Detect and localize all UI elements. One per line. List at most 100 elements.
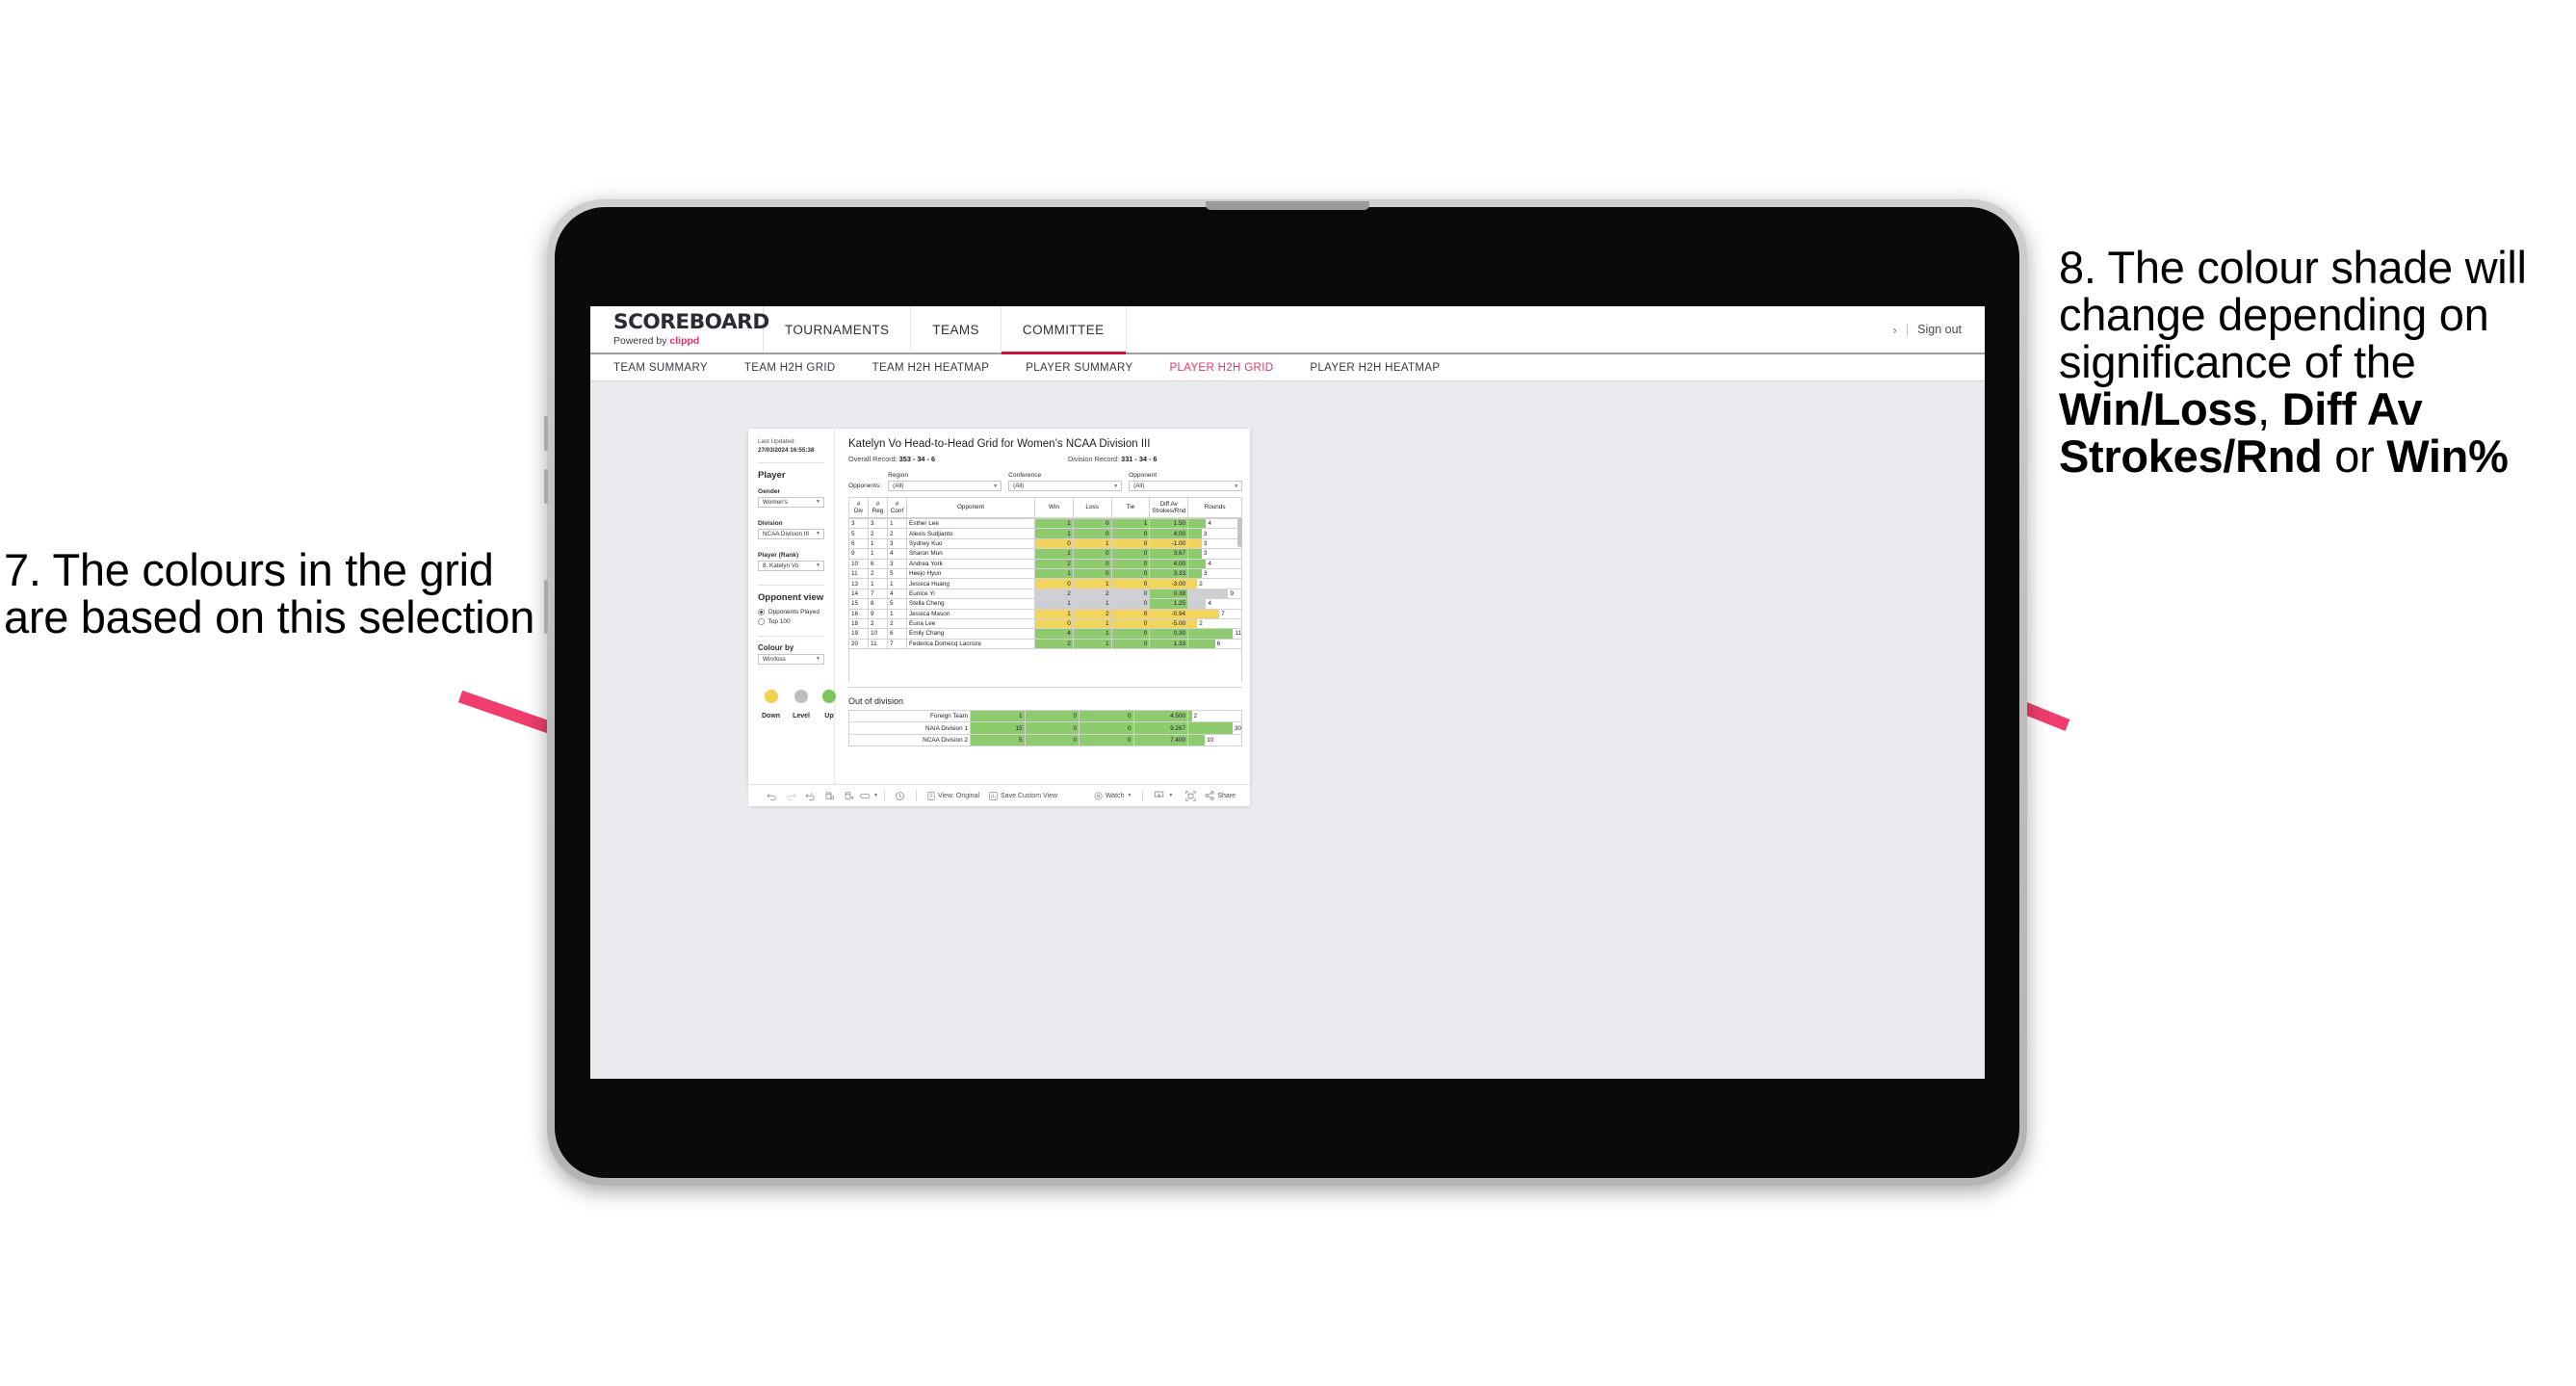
cell-div: 5 <box>848 528 869 539</box>
subtab-team-h2h-grid[interactable]: TEAM H2H GRID <box>744 362 836 374</box>
legend-dot-up <box>821 689 836 703</box>
cell-reg: 11 <box>868 638 888 650</box>
cell-opponent: Heejo Hyun <box>906 567 1035 580</box>
player-rank-value: 8. Katelyn Vo <box>763 562 799 569</box>
filter-sidebar: Last Updated: 27/03/2024 16:55:38 Player… <box>748 429 836 784</box>
rounds-bar: 2 <box>1188 619 1241 628</box>
radio-opponents-played[interactable]: Opponents Played <box>758 609 824 615</box>
col-header-diff[interactable]: Diff Av Strokes/Rnd <box>1149 497 1189 518</box>
col-header-div[interactable]: # Div <box>848 497 869 518</box>
region-select[interactable]: (All) ▼ <box>888 481 1002 491</box>
dashboard-workspace: Last Updated: 27/03/2024 16:55:38 Player… <box>590 381 1985 1079</box>
col-div-l1: # <box>856 500 861 508</box>
rounds-value: 3 <box>1203 530 1208 537</box>
table-row[interactable]: 11 2 5 Heejo Hyun 1 0 0 3.33 3 <box>848 567 1243 580</box>
view-original-button[interactable]: View: Original <box>923 791 984 800</box>
cell-loss: 0 <box>1072 548 1112 560</box>
cell-win: 2 <box>1034 588 1074 600</box>
col-header-tie[interactable]: Tie <box>1110 497 1151 518</box>
download-icon[interactable] <box>1149 791 1168 800</box>
conference-select[interactable]: (All) ▼ <box>1008 481 1123 491</box>
col-header-win[interactable]: Win <box>1034 497 1074 518</box>
top-navigation-bar: SCOREBOARD Powered by clippd TOURNAMENTS… <box>590 306 1985 354</box>
last-updated-value: 27/03/2024 16:55:38 <box>758 446 815 454</box>
gender-select[interactable]: Women’s ▼ <box>758 496 824 508</box>
out-of-division-row[interactable]: NAIA Division 1 15 0 0 9.267 30 <box>848 721 1243 735</box>
table-row[interactable]: 10 6 3 Andrea York 2 0 0 4.00 4 <box>848 558 1243 569</box>
subtab-player-h2h-heatmap[interactable]: PLAYER H2H HEATMAP <box>1310 362 1440 374</box>
presentation-mode-icon[interactable] <box>858 792 873 800</box>
h2h-grid-scroll-region[interactable]: 3 3 1 Esther Lee 1 0 1 1.50 4 5 2 2 Alexis Sudjianto… <box>848 518 1243 688</box>
col-header-loss[interactable]: Loss <box>1072 497 1112 518</box>
redo-icon[interactable] <box>781 791 800 801</box>
save-custom-view-button[interactable]: Save Custom View <box>984 791 1062 800</box>
table-row[interactable]: 20 11 7 Federica Domecq Lacroze 2 1 0 1.33 6 <box>848 638 1243 650</box>
rounds-value: 3 <box>1203 570 1208 578</box>
cell-conf: 2 <box>887 617 907 630</box>
cell-div: 13 <box>848 578 869 589</box>
col-header-reg[interactable]: # Reg <box>868 497 888 518</box>
fullscreen-icon[interactable] <box>1181 790 1200 801</box>
cell-win: 2 <box>1034 638 1074 650</box>
watch-button[interactable]: Watch ▼ <box>1089 792 1137 800</box>
refresh-data-icon[interactable] <box>820 791 839 801</box>
table-row[interactable]: 3 3 1 Esther Lee 1 0 1 1.50 4 <box>848 518 1243 530</box>
cell-opponent: Alexis Sudjianto <box>906 528 1035 539</box>
chevron-down-icon[interactable]: ▼ <box>1168 793 1173 798</box>
viz-toolbar: ▼ View: Original Save Custom View Watch … <box>748 784 1250 806</box>
table-row[interactable]: 9 1 4 Sharon Mun 1 0 0 3.67 3 <box>848 548 1243 560</box>
cell-reg: 7 <box>868 588 888 600</box>
grid-vertical-scrollbar[interactable] <box>1237 518 1243 547</box>
cell-tie: 0 <box>1110 638 1151 650</box>
brand-logo[interactable]: SCOREBOARD Powered by clippd <box>590 306 769 353</box>
table-row[interactable]: 6 1 3 Sydney Kuo 0 1 0 -1.00 3 <box>848 537 1243 550</box>
rounds-value: 9 <box>1230 589 1234 597</box>
division-label: Division <box>758 519 783 527</box>
subtab-player-h2h-grid[interactable]: PLAYER H2H GRID <box>1169 362 1273 374</box>
col-header-rounds[interactable]: Rounds <box>1187 497 1243 518</box>
nav-tab-teams[interactable]: TEAMS <box>911 306 1002 353</box>
share-button[interactable]: Share <box>1200 791 1240 800</box>
table-row[interactable]: 18 2 2 Euna Lee 0 1 0 -5.00 2 <box>848 617 1243 630</box>
subtab-team-summary[interactable]: TEAM SUMMARY <box>613 362 708 374</box>
rounds-bar-fill <box>1188 579 1198 588</box>
col-header-opponent[interactable]: Opponent <box>906 497 1035 518</box>
table-row[interactable]: 13 1 1 Jessica Huang 0 1 0 -3.00 2 <box>848 578 1243 589</box>
signout-link[interactable]: Sign out <box>1917 323 1962 336</box>
cell-diff: 1.33 <box>1149 638 1189 650</box>
overall-record-value: 353 - 34 - 6 <box>898 455 936 463</box>
out-of-division-row[interactable]: NCAA Division 2 5 0 0 7.400 10 <box>848 733 1243 747</box>
opponent-select[interactable]: (All) ▼ <box>1129 481 1243 491</box>
subtab-team-h2h-heatmap[interactable]: TEAM H2H HEATMAP <box>872 362 990 374</box>
cell-conf: 6 <box>887 628 907 640</box>
chevron-right-icon[interactable]: › <box>1893 323 1897 337</box>
overall-record-label: Overall Record: <box>848 455 899 463</box>
col-header-conf[interactable]: # Conf <box>887 497 907 518</box>
player-rank-select[interactable]: 8. Katelyn Vo ▼ <box>758 560 824 571</box>
radio-top-100[interactable]: Top 100 <box>758 618 824 625</box>
cell-loss: 0 <box>1072 528 1112 539</box>
pause-auto-update-icon[interactable] <box>891 791 910 801</box>
cell-diff: 7.400 <box>1132 733 1189 747</box>
colour-by-select[interactable]: Win/loss ▼ <box>758 653 824 665</box>
col-win-label: Win <box>1048 504 1059 511</box>
col-rounds-label: Rounds <box>1204 504 1226 511</box>
page-title: Katelyn Vo Head-to-Head Grid for Women’s… <box>848 438 1151 450</box>
out-of-division-row[interactable]: Foreign Team 1 0 0 4.500 2 <box>848 709 1243 723</box>
subtab-player-summary[interactable]: PLAYER SUMMARY <box>1026 362 1132 374</box>
table-row[interactable]: 14 7 4 Eunice Yi 2 2 0 0.38 9 <box>848 588 1243 600</box>
nav-tab-tournaments[interactable]: TOURNAMENTS <box>764 306 912 353</box>
pause-updates-icon[interactable] <box>839 791 858 801</box>
cell-reg: 2 <box>868 528 888 539</box>
table-row[interactable]: 5 2 2 Alexis Sudjianto 1 0 0 4.00 3 <box>848 528 1243 539</box>
division-select[interactable]: NCAA Division III ▼ <box>758 528 824 539</box>
undo-icon[interactable] <box>762 791 781 801</box>
chevron-down-icon[interactable]: ▼ <box>873 793 878 798</box>
nav-tab-committee[interactable]: COMMITTEE <box>1001 306 1127 354</box>
table-row[interactable]: 15 8 5 Stella Cheng 1 1 0 1.25 4 <box>848 598 1243 610</box>
cell-conf: 4 <box>887 548 907 560</box>
table-row[interactable]: 16 9 1 Jessica Mason 1 2 0 -0.94 7 <box>848 608 1243 619</box>
table-row[interactable]: 19 10 6 Emily Chang 4 1 0 0.30 11 <box>848 628 1243 640</box>
revert-icon[interactable] <box>800 791 820 801</box>
cell-win: 1 <box>1034 548 1074 560</box>
